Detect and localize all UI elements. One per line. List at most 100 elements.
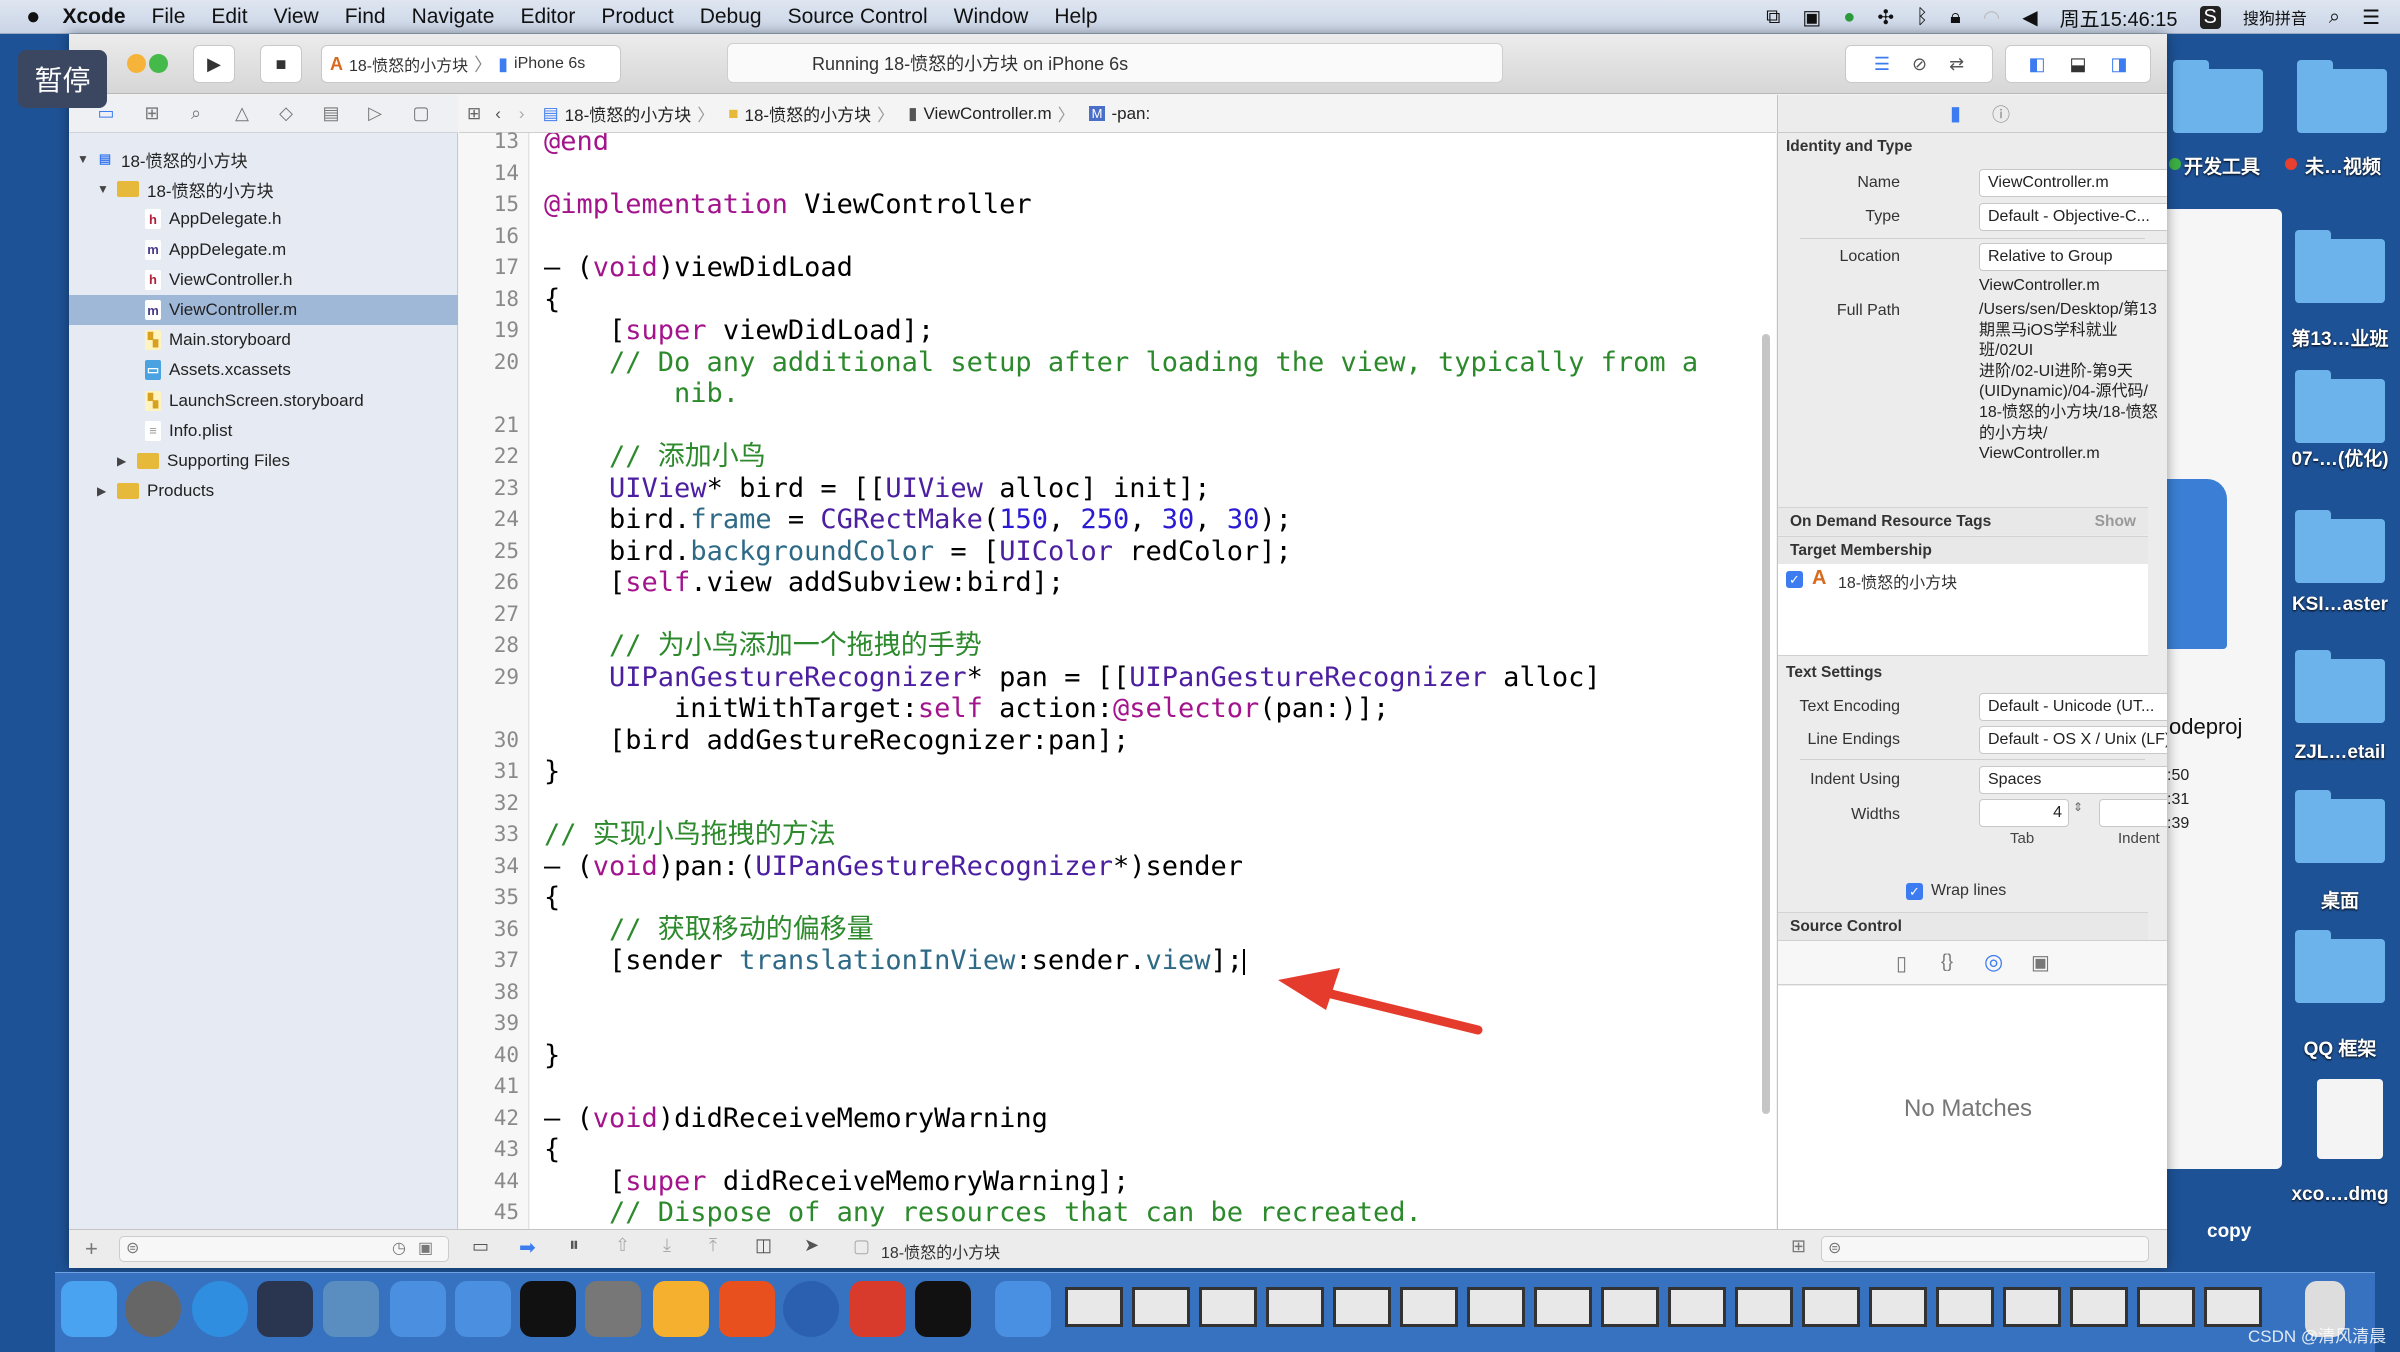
input-method-label[interactable]: 搜狗拼音 [2243, 5, 2307, 29]
minimized-window-thumbnail[interactable] [1601, 1287, 1659, 1327]
menu-edit[interactable]: Edit [211, 5, 247, 29]
menu-app-xcode[interactable]: Xcode [63, 5, 126, 29]
minimized-window-thumbnail[interactable] [1534, 1287, 1592, 1327]
navigator-item[interactable]: m ViewController.m [69, 295, 458, 325]
desktop-label[interactable]: 未…视频 [2293, 152, 2393, 179]
navigator-item[interactable]: ▚ LaunchScreen.storyboard [69, 386, 458, 416]
jump-file[interactable]: ▮ ViewController.m 〉 [908, 101, 1081, 126]
spotlight-icon[interactable]: ⌕ [2329, 6, 2340, 29]
desktop-folder-label[interactable]: 桌面 [2280, 886, 2400, 913]
code-line[interactable]: [super viewDidLoad]; [544, 315, 934, 347]
code-line[interactable]: { [544, 284, 560, 316]
mouse-app-icon[interactable] [257, 1281, 313, 1337]
code-line[interactable]: @end [544, 133, 609, 158]
folder-icon[interactable] [2297, 60, 2387, 133]
input-method-icon[interactable]: S [2199, 5, 2221, 29]
minimized-window-thumbnail[interactable] [1869, 1287, 1927, 1327]
code-line[interactable]: initWithTarget:self action:@selector(pan… [544, 693, 1389, 725]
sketch-icon[interactable] [653, 1281, 709, 1337]
run-button[interactable]: ▶ [193, 45, 235, 83]
lock-icon[interactable]: 🔒︎ [1950, 6, 1961, 29]
minimized-window-thumbnail[interactable] [2204, 1287, 2262, 1327]
code-line[interactable]: // Do any additional setup after loading… [544, 347, 1698, 379]
location-select[interactable]: Relative to Group⇕ [1979, 243, 2167, 271]
notification-center-icon[interactable]: ☰ [2362, 5, 2380, 30]
version-editor-icon[interactable]: ⇄ [1949, 54, 1964, 75]
quicktime-icon[interactable] [783, 1281, 839, 1337]
code-line[interactable]: // 获取移动的偏移量 [544, 914, 874, 946]
code-line[interactable]: [bird addGestureRecognizer:pan]; [544, 725, 1129, 757]
minimized-window-thumbnail[interactable] [2137, 1287, 2195, 1327]
clock[interactable]: 周五15:46:15 [2060, 3, 2178, 32]
desktop-folder-label[interactable]: 第13…业班 [2280, 324, 2400, 351]
background-finder-window[interactable]: odeproj :50 :31 :39 copy [2167, 209, 2282, 1242]
code-line[interactable]: @implementation ViewController [544, 189, 1032, 221]
folder-icon[interactable] [2295, 370, 2385, 443]
fan-icon[interactable]: ✣ [1877, 5, 1894, 30]
code-line[interactable]: { [544, 882, 560, 914]
quick-help-icon[interactable]: ⓘ [1992, 101, 2010, 127]
name-field[interactable]: ViewController.m [1979, 169, 2167, 197]
code-line[interactable]: nib. [544, 378, 739, 410]
folder-icon[interactable] [2295, 790, 2385, 863]
desktop-folder-label[interactable]: QQ 框架 [2280, 1034, 2400, 1061]
forward-icon[interactable]: › [519, 104, 525, 124]
apple-menu-icon[interactable]: ● [26, 3, 41, 31]
xcode-icon[interactable] [390, 1281, 446, 1337]
menu-help[interactable]: Help [1054, 5, 1097, 29]
menu-navigate[interactable]: Navigate [412, 5, 495, 29]
menu-view[interactable]: View [274, 5, 319, 29]
code-line[interactable]: UIPanGestureRecognizer* pan = [[UIPanGes… [544, 662, 1601, 694]
code-line[interactable]: // 实现小鸟拖拽的方法 [544, 819, 836, 851]
line-endings-select[interactable]: Default - OS X / Unix (LF)⇕ [1979, 726, 2167, 754]
code-line[interactable]: bird.frame = CGRectMake(150, 250, 30, 30… [544, 504, 1292, 536]
desktop-label[interactable]: 开发工具 [2177, 152, 2267, 179]
tab-width-stepper[interactable]: ⇕ [2073, 800, 2083, 814]
folder-icon[interactable] [2295, 650, 2385, 723]
code-line[interactable]: UIView* bird = [[UIView alloc] init]; [544, 473, 1210, 505]
symbol-navigator-icon[interactable]: ⊞ [139, 103, 165, 125]
breakpoint-navigator-icon[interactable]: ▷ [362, 103, 388, 125]
code-line[interactable]: // Dispose of any resources that can be … [544, 1197, 1422, 1229]
debug-navigator-icon[interactable]: ▤ [318, 103, 344, 125]
minimized-window-thumbnail[interactable] [1802, 1287, 1860, 1327]
minimized-window-thumbnail[interactable] [1467, 1287, 1525, 1327]
menu-source-control[interactable]: Source Control [788, 5, 928, 29]
type-select[interactable]: Default - Objective-C...⇕ [1979, 203, 2167, 231]
tab-width-field[interactable]: 4 [1979, 799, 2069, 827]
code-line[interactable]: } [544, 1040, 560, 1072]
step-out-icon[interactable]: ⤒ [709, 1235, 717, 1256]
issue-navigator-icon[interactable]: △ [229, 103, 255, 125]
menu-debug[interactable]: Debug [700, 5, 762, 29]
navigator-filter-field[interactable]: ⊜ ◷ ▣ [119, 1236, 449, 1262]
disclosure-open-icon[interactable]: ▼ [77, 152, 93, 166]
minimized-window-thumbnail[interactable] [1668, 1287, 1726, 1327]
target-checkbox[interactable]: ✓ [1786, 571, 1803, 588]
source-editor[interactable]: @end @implementation ViewController – (voi… [530, 133, 1776, 1229]
window-zoom-button[interactable] [149, 54, 168, 73]
disclosure-open-icon[interactable]: ▼ [97, 182, 113, 196]
encoding-select[interactable]: Default - Unicode (UT...⇕ [1979, 693, 2167, 721]
jump-method[interactable]: M -pan: [1088, 104, 1150, 124]
standard-editor-icon[interactable]: ☰ [1874, 54, 1890, 75]
console-icon[interactable] [915, 1281, 971, 1337]
minimized-window-thumbnail[interactable] [1735, 1287, 1793, 1327]
menu-window[interactable]: Window [954, 5, 1029, 29]
screen-mirror-icon[interactable]: ⧉ [1766, 6, 1780, 29]
dmg-file-icon[interactable] [2317, 1079, 2383, 1159]
navigator-item[interactable]: ▶ Products [69, 476, 458, 506]
navigator-item[interactable]: ▼ 18-愤怒的小方块 [69, 174, 458, 204]
terminal-icon[interactable] [520, 1281, 576, 1337]
scheme-selector[interactable]: A 18-愤怒的小方块 〉 ▮ iPhone 6s [321, 45, 621, 83]
folder-icon[interactable] [2295, 510, 2385, 583]
safari-icon[interactable] [192, 1281, 248, 1337]
navigator-item[interactable]: ≡ Info.plist [69, 416, 458, 446]
hide-debug-area-icon[interactable]: ▭ [472, 1236, 489, 1257]
media-library-icon[interactable]: ▣ [2031, 950, 2050, 975]
code-line[interactable]: [super didReceiveMemoryWarning]; [544, 1166, 1129, 1198]
stop-button[interactable]: ■ [260, 45, 302, 83]
finder-icon[interactable] [61, 1281, 117, 1337]
editor-scrollbar[interactable] [1762, 334, 1770, 1114]
p-app-icon[interactable] [719, 1281, 775, 1337]
disclosure-closed-icon[interactable]: ▶ [117, 454, 133, 468]
